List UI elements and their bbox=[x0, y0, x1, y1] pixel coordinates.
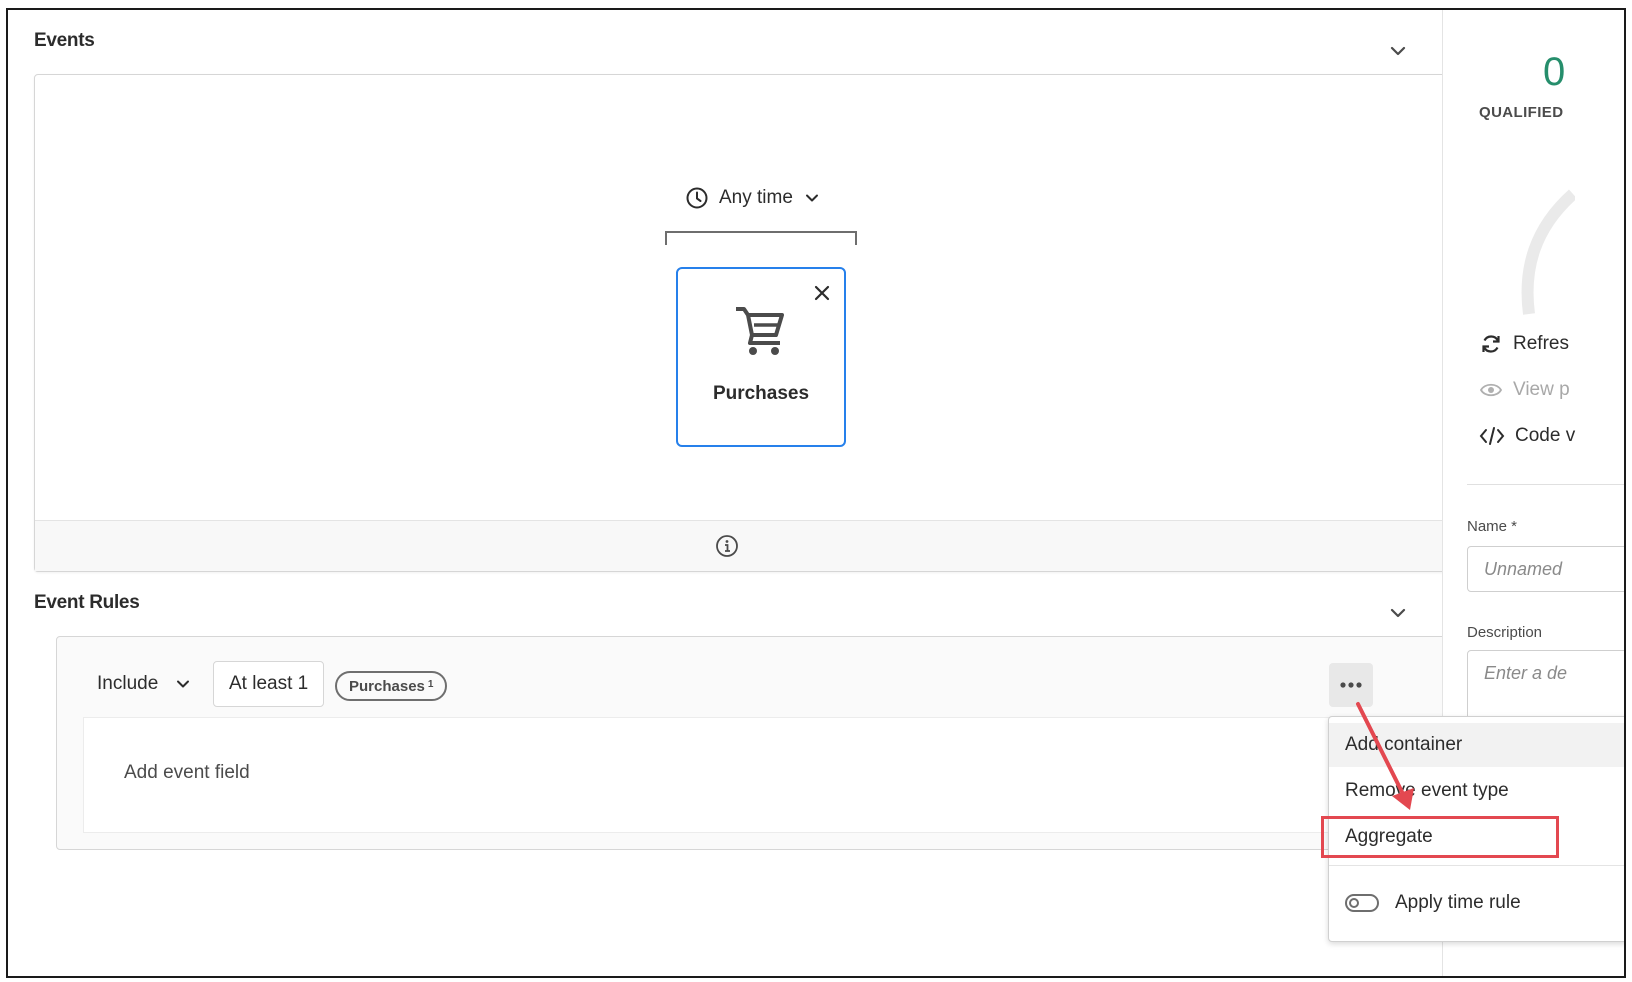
include-dropdown[interactable]: Include bbox=[97, 673, 192, 695]
refresh-action[interactable]: Refres bbox=[1479, 332, 1569, 356]
shopping-cart-icon bbox=[736, 307, 784, 355]
include-label: Include bbox=[97, 673, 159, 694]
count-label: At least 1 bbox=[229, 673, 309, 694]
menu-item-aggregate[interactable]: Aggregate bbox=[1329, 815, 1624, 859]
event-rules-section-title: Event Rules bbox=[34, 592, 140, 613]
refresh-icon bbox=[1482, 335, 1500, 353]
qualified-count: 0 bbox=[1543, 50, 1566, 94]
events-canvas: Any time Purchases bbox=[34, 74, 1488, 572]
apply-time-rule-toggle[interactable] bbox=[1345, 894, 1379, 912]
code-icon bbox=[1479, 427, 1505, 445]
close-icon[interactable] bbox=[812, 283, 832, 303]
chevron-down-icon bbox=[177, 680, 190, 688]
segment-builder-main: Events Any time Purchases Event Rules In… bbox=[8, 10, 1506, 976]
eye-icon bbox=[1479, 383, 1503, 397]
time-bracket bbox=[665, 231, 857, 245]
name-input[interactable]: Unnamed bbox=[1467, 546, 1624, 592]
menu-divider bbox=[1329, 865, 1624, 866]
view-profiles-action[interactable]: View p bbox=[1479, 378, 1570, 402]
canvas-footer bbox=[35, 520, 1487, 571]
more-icon bbox=[1340, 682, 1362, 688]
info-icon[interactable] bbox=[715, 534, 739, 558]
event-card-label: Purchases bbox=[712, 383, 810, 404]
description-placeholder: Enter a de bbox=[1484, 663, 1568, 683]
chevron-down-icon bbox=[805, 194, 818, 202]
clock-icon bbox=[686, 187, 708, 209]
code-view-label: Code v bbox=[1515, 425, 1576, 446]
name-field-label: Name * bbox=[1467, 518, 1518, 535]
gauge-arc bbox=[1521, 189, 1575, 315]
event-rule-container: Include At least 1 Purchases1 Add event bbox=[56, 636, 1466, 850]
code-view-action[interactable]: Code v bbox=[1479, 424, 1575, 448]
app-frame: Events Any time Purchases Event Rules In… bbox=[6, 8, 1626, 978]
refresh-label: Refres bbox=[1513, 333, 1569, 354]
event-fields-area: Add event field bbox=[83, 717, 1429, 833]
chip-count: 1 bbox=[427, 678, 434, 690]
apply-time-rule-label: Apply time rule bbox=[1395, 892, 1521, 913]
menu-item-apply-time-rule[interactable]: Apply time rule bbox=[1329, 881, 1624, 925]
qualified-label: QUALIFIED bbox=[1479, 104, 1564, 121]
description-field-label: Description bbox=[1467, 624, 1543, 641]
event-rules-collapse-chevron-icon[interactable] bbox=[1387, 602, 1409, 624]
events-collapse-chevron-icon[interactable] bbox=[1387, 40, 1409, 62]
annotation-arrow-icon bbox=[1356, 702, 1414, 810]
add-event-field-link[interactable]: Add event field bbox=[124, 762, 250, 784]
event-type-chip[interactable]: Purchases 1 bbox=[335, 671, 448, 701]
time-picker-dropdown[interactable]: Any time bbox=[685, 183, 821, 213]
chip-label: Purchases bbox=[349, 677, 425, 695]
time-picker-label: Any time bbox=[719, 187, 793, 208]
view-profiles-label: View p bbox=[1513, 379, 1570, 400]
events-section-title: Events bbox=[34, 30, 95, 51]
panel-divider bbox=[1467, 484, 1624, 485]
name-placeholder: Unnamed bbox=[1484, 559, 1563, 579]
event-card-purchases[interactable]: Purchases bbox=[676, 267, 846, 447]
count-selector-button[interactable]: At least 1 bbox=[213, 661, 325, 707]
